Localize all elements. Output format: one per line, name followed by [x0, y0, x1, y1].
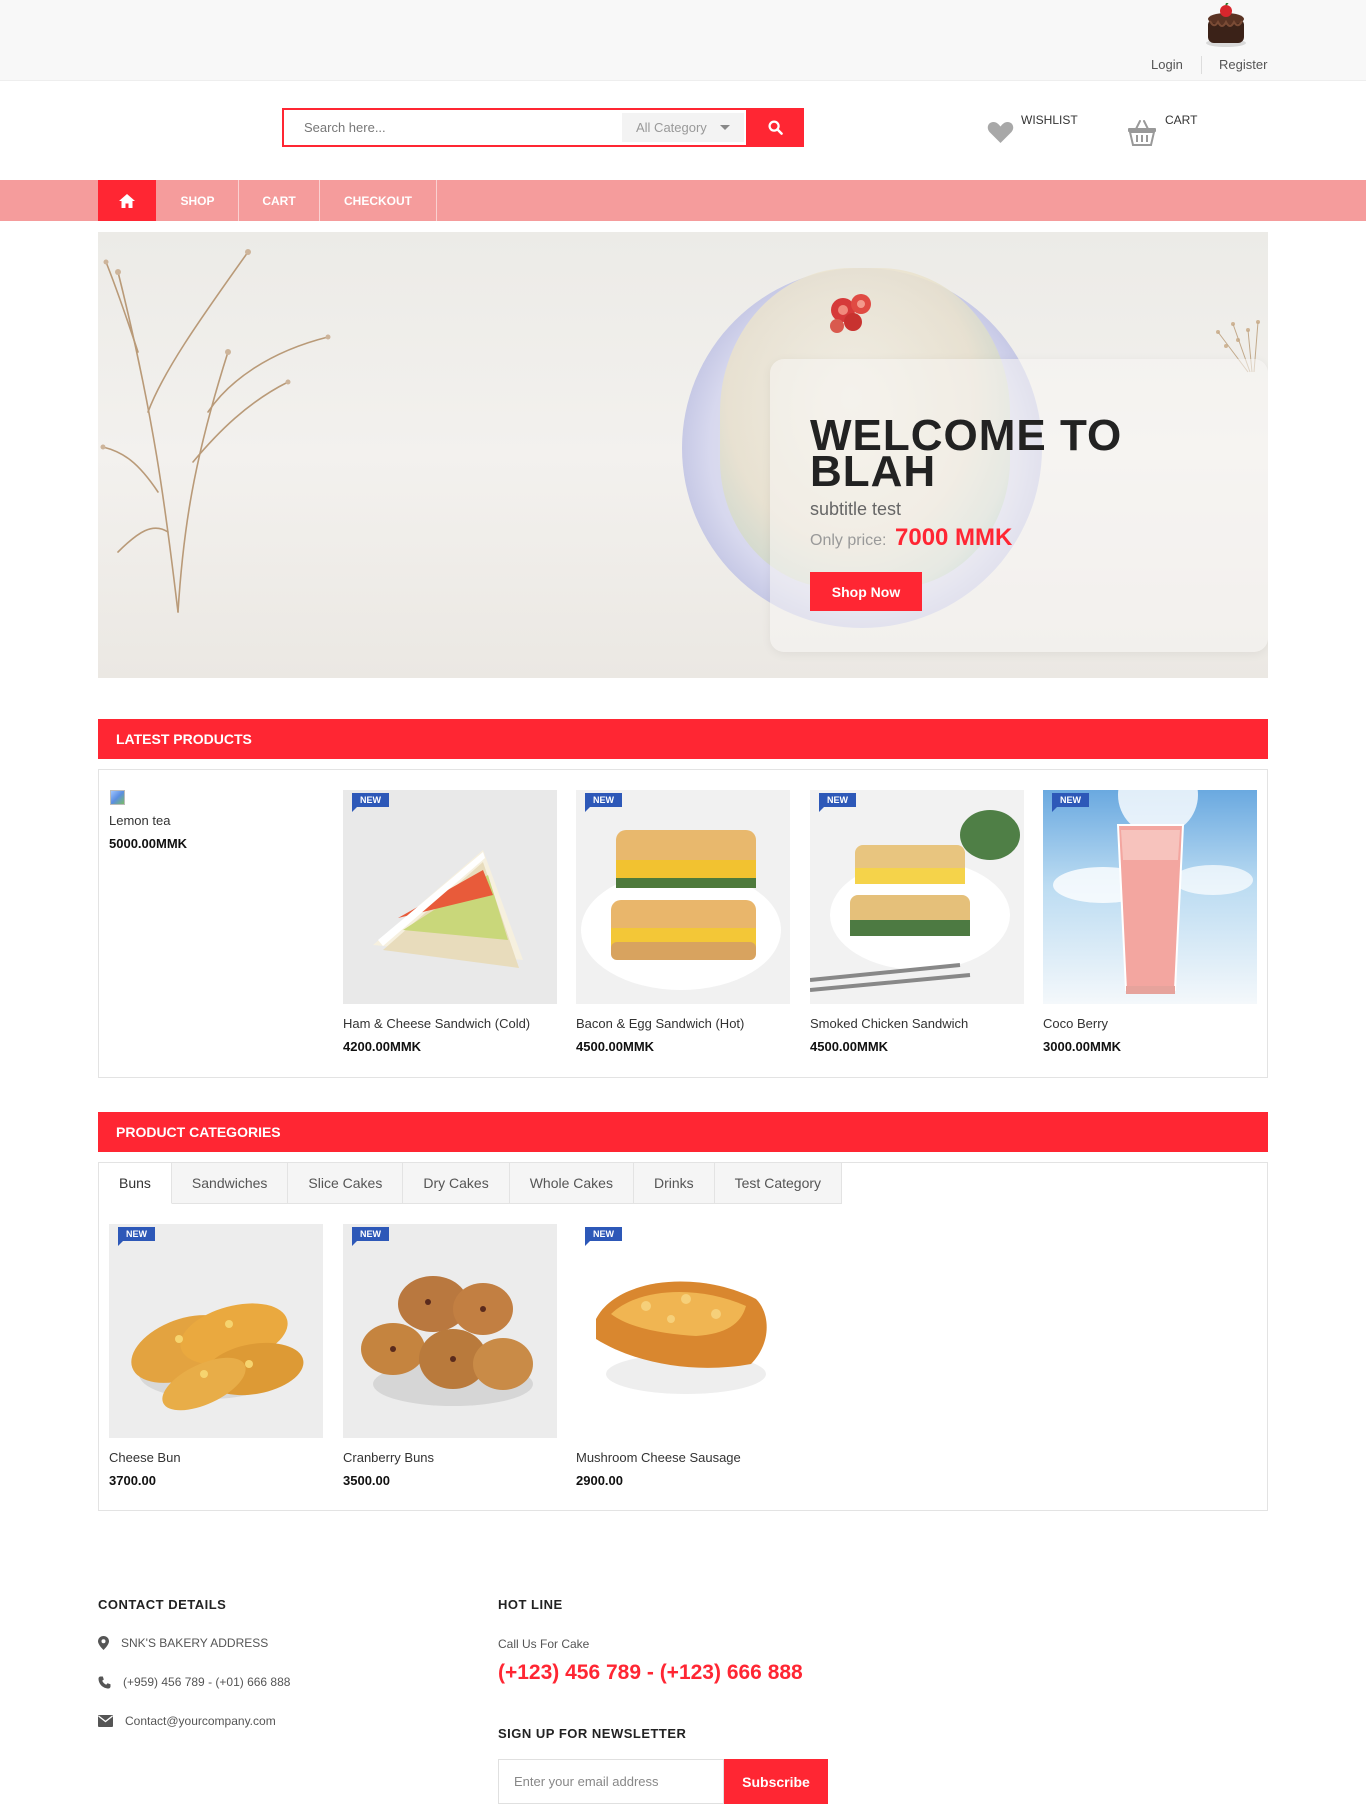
subscribe-button[interactable]: Subscribe	[724, 1759, 828, 1804]
tab-drinks[interactable]: Drinks	[633, 1163, 715, 1204]
product-image[interactable]: NEW	[109, 1224, 323, 1438]
product-image[interactable]: NEW	[1043, 790, 1257, 1004]
new-badge: NEW	[585, 1227, 622, 1246]
hero-price-label: Only price:	[810, 532, 887, 549]
auth-divider	[1201, 56, 1202, 74]
sandwich-icon	[373, 850, 523, 968]
product-price: 4500.00MMK	[576, 1039, 655, 1054]
product-name[interactable]: Bacon & Egg Sandwich (Hot)	[576, 1016, 744, 1031]
product-price: 3000.00MMK	[1043, 1039, 1122, 1054]
email-text[interactable]: Contact@yourcompany.com	[125, 1714, 276, 1728]
tab-buns[interactable]: Buns	[99, 1163, 172, 1204]
new-badge: NEW	[352, 1227, 389, 1246]
envelope-icon	[98, 1715, 113, 1727]
hotline-subtitle: Call Us For Cake	[498, 1637, 590, 1651]
hotline-heading: HOT LINE	[498, 1597, 563, 1612]
tab-test-category[interactable]: Test Category	[714, 1163, 843, 1204]
product-name[interactable]: Coco Berry	[1043, 1016, 1108, 1031]
hero-subtitle: subtitle test	[810, 499, 902, 519]
phone-icon	[98, 1676, 111, 1688]
home-icon	[119, 193, 135, 208]
tab-slice-cakes[interactable]: Slice Cakes	[288, 1163, 404, 1204]
login-link[interactable]: Login	[1151, 57, 1183, 72]
sandwich-icon	[810, 810, 1020, 992]
nav-checkout[interactable]: CHECKOUT	[320, 180, 437, 221]
hotline-number[interactable]: (+123) 456 789 - (+123) 666 888	[498, 1661, 803, 1685]
new-badge: NEW	[118, 1227, 155, 1246]
product-categories-panel: Buns Sandwiches Slice Cakes Dry Cakes Wh…	[98, 1162, 1268, 1511]
tab-sandwiches[interactable]: Sandwiches	[171, 1163, 289, 1204]
contact-details-heading: CONTACT DETAILS	[98, 1597, 227, 1612]
search-bar: All Category	[282, 108, 804, 147]
phone-text: (+959) 456 789 - (+01) 666 888	[123, 1675, 291, 1689]
broken-image-icon[interactable]	[110, 790, 125, 805]
wishlist-link[interactable]: WISHLIST	[1021, 113, 1078, 127]
footer-phone: (+959) 456 789 - (+01) 666 888	[98, 1675, 290, 1689]
top-bar: Login Register	[0, 0, 1366, 81]
heart-icon[interactable]	[987, 120, 1014, 144]
bun-icon	[361, 1276, 533, 1406]
drink-icon	[1053, 790, 1253, 994]
caret-down-icon	[720, 125, 730, 130]
product-name[interactable]: Cheese Bun	[109, 1450, 181, 1465]
cake-logo-icon[interactable]	[1204, 3, 1248, 49]
sandwich-icon	[581, 830, 781, 990]
product-image[interactable]: NEW	[343, 790, 557, 1004]
product-image[interactable]: NEW	[810, 790, 1024, 1004]
tab-whole-cakes[interactable]: Whole Cakes	[509, 1163, 634, 1204]
rose-decoration	[830, 294, 871, 333]
bread-icon	[596, 1281, 767, 1394]
category-select[interactable]: All Category	[622, 113, 744, 142]
product-name[interactable]: Mushroom Cheese Sausage	[576, 1450, 741, 1465]
register-link[interactable]: Register	[1219, 57, 1267, 72]
product-price: 4200.00MMK	[343, 1039, 422, 1054]
new-badge: NEW	[1052, 793, 1089, 812]
product-categories-heading: PRODUCT CATEGORIES	[98, 1112, 1268, 1152]
product-name[interactable]: Smoked Chicken Sandwich	[810, 1016, 968, 1031]
new-badge: NEW	[819, 793, 856, 812]
nav-shop[interactable]: SHOP	[157, 180, 239, 221]
latest-products-heading: LATEST PRODUCTS	[98, 719, 1268, 759]
search-input[interactable]	[284, 110, 622, 145]
product-name[interactable]: Ham & Cheese Sandwich (Cold)	[343, 1016, 530, 1031]
category-select-value: All Category	[636, 120, 707, 135]
tab-dry-cakes[interactable]: Dry Cakes	[403, 1163, 510, 1204]
product-price: 3700.00	[109, 1473, 156, 1488]
map-marker-icon	[98, 1636, 109, 1650]
footer-address: SNK'S BAKERY ADDRESS	[98, 1636, 268, 1650]
hero-price: 7000 MMK	[895, 524, 1013, 551]
cart-link[interactable]: CART	[1165, 113, 1197, 127]
bun-icon	[131, 1303, 304, 1411]
address-text: SNK'S BAKERY ADDRESS	[121, 1636, 269, 1650]
category-tabs: Buns Sandwiches Slice Cakes Dry Cakes Wh…	[99, 1163, 843, 1204]
product-price: 2900.00	[576, 1473, 623, 1488]
new-badge: NEW	[352, 793, 389, 812]
nav-home-button[interactable]	[98, 180, 156, 221]
main-nav: SHOP CART CHECKOUT	[0, 180, 1366, 221]
search-icon	[767, 120, 783, 135]
footer-email: Contact@yourcompany.com	[98, 1714, 276, 1728]
dried-flower-decoration	[100, 249, 331, 613]
product-image[interactable]: NEW	[343, 1224, 557, 1438]
product-image[interactable]: NEW	[576, 790, 790, 1004]
hero-banner: WELCOME TO BLAH subtitle test Only price…	[98, 232, 1268, 678]
newsletter-heading: SIGN UP FOR NEWSLETTER	[498, 1726, 687, 1741]
newsletter-email-input[interactable]	[498, 1759, 724, 1804]
product-price: 3500.00	[343, 1473, 390, 1488]
hero-title: WELCOME TO BLAH	[810, 411, 1123, 496]
product-name[interactable]: Lemon tea	[109, 813, 170, 828]
basket-icon[interactable]	[1127, 118, 1157, 146]
new-badge: NEW	[585, 793, 622, 812]
search-button[interactable]	[746, 108, 804, 147]
latest-products-panel: Lemon tea 5000.00MMK NEW Ham & Cheese Sa…	[98, 769, 1268, 1078]
product-price: 4500.00MMK	[810, 1039, 889, 1054]
nav-cart[interactable]: CART	[239, 180, 320, 221]
product-name[interactable]: Cranberry Buns	[343, 1450, 434, 1465]
product-price: 5000.00MMK	[109, 836, 188, 851]
shop-now-button[interactable]: Shop Now	[810, 572, 922, 611]
product-image[interactable]: NEW	[576, 1224, 790, 1438]
